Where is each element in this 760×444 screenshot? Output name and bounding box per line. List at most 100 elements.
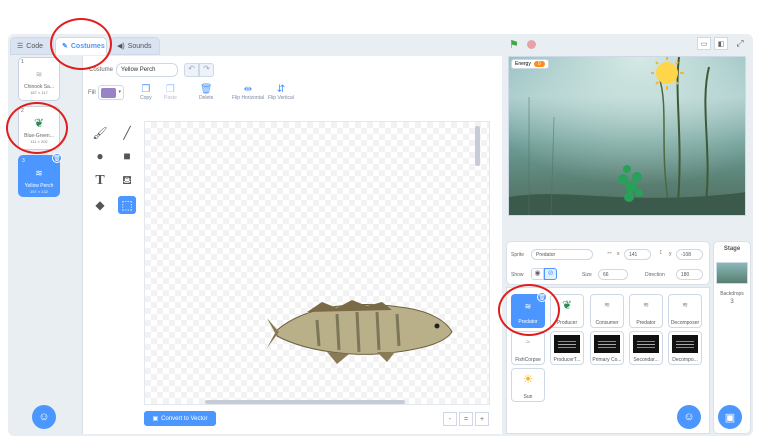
circle-icon[interactable]: ●	[91, 147, 109, 165]
fill-color-swatch	[101, 88, 116, 98]
fill-color-picker[interactable]: ▾	[98, 85, 124, 100]
costume-label: Costume	[89, 67, 114, 73]
rect-icon[interactable]: ■	[118, 147, 136, 165]
sprite-tile-selected[interactable]: 🗑 ≋ Predator	[511, 292, 547, 328]
redo-button[interactable]: ↷	[199, 63, 214, 77]
sprite-tile[interactable]: ProducerT...	[550, 331, 584, 365]
fill-label: Fill	[88, 90, 96, 96]
cat-icon: ☺	[38, 411, 50, 423]
text-card-thumbnail	[554, 335, 580, 353]
size-input[interactable]: 66	[598, 269, 628, 280]
direction-input[interactable]: 180	[676, 269, 703, 280]
undo-button[interactable]: ↶	[184, 63, 199, 77]
sprite-tile[interactable]: Decompo...	[668, 331, 702, 365]
line-icon[interactable]: ╱	[118, 124, 136, 142]
tab-sounds[interactable]: ◀) Sounds	[110, 37, 160, 55]
zoom-in-button[interactable]: +	[475, 412, 489, 426]
costume-name-input[interactable]: Yellow Perch	[116, 63, 178, 77]
fullscreen-icon[interactable]: ⤢	[733, 37, 747, 50]
text-card-thumbnail	[672, 335, 698, 353]
sprite-tile[interactable]: ≈ FishCorpse	[511, 331, 545, 365]
choose-backdrop-button[interactable]: ▣	[718, 405, 742, 429]
trash-icon[interactable]: 🗑	[537, 292, 547, 302]
x-label: x	[617, 251, 620, 257]
sprite-tile[interactable]: ≋ Predator	[629, 294, 663, 328]
green-flag-icon[interactable]: ⚑	[509, 38, 519, 51]
stage-view[interactable]: Energy 0	[508, 56, 746, 216]
algae-thumbnail-icon: ❦	[33, 116, 45, 130]
fish-thumbnail-icon: ≋	[604, 302, 610, 309]
x-input[interactable]: 141	[624, 249, 651, 260]
large-stage-icon[interactable]: ◧	[714, 37, 728, 50]
backdrops-label: Backdrops	[720, 291, 744, 297]
fish-thumbnail-icon: ≋	[643, 302, 649, 309]
costume-item[interactable]: 1 ≋ Chinook Sa... 187 × 117	[18, 57, 60, 101]
convert-to-vector-button[interactable]: ▣ Convert to Vector	[144, 411, 216, 426]
stage-title: Stage	[723, 246, 741, 252]
costume-item-selected[interactable]: 3 🗑 ≋ Yellow Perch 157 × 132	[18, 153, 62, 197]
fill-icon[interactable]: ⛾	[118, 172, 136, 190]
backdrop-icon: ▣	[724, 411, 736, 424]
paint-canvas[interactable]	[144, 121, 490, 405]
sprite-tile[interactable]: ≋ Decomposer	[668, 294, 702, 328]
backdrop-thumbnail[interactable]	[716, 262, 748, 284]
flip-vertical-icon: ⇵	[276, 84, 286, 95]
sprite-tile[interactable]: Primary Co...	[590, 331, 624, 365]
copy-button[interactable]: ❐ Copy	[140, 84, 152, 101]
energy-value: 0	[533, 61, 545, 67]
brush-icon: ✎	[62, 43, 68, 50]
show-visible-button[interactable]: ◉	[531, 268, 544, 280]
stop-icon[interactable]	[527, 40, 536, 49]
backdrops-count: 3	[730, 299, 734, 305]
tab-code[interactable]: ☰ Code	[10, 37, 54, 55]
perch-thumbnail-icon: ≋	[35, 167, 43, 178]
fish-corpse-thumbnail-icon: ≈	[526, 338, 530, 346]
show-label: Show	[511, 272, 524, 278]
x-arrows-icon: ↔	[606, 249, 613, 256]
sun-icon: ☀	[522, 372, 534, 386]
sprite-tile[interactable]: ☀ Sun	[511, 368, 545, 402]
sprite-name-input[interactable]: Predator	[531, 249, 593, 260]
sprite-tile[interactable]: Secondar...	[629, 331, 663, 365]
y-input[interactable]: -108	[676, 249, 703, 260]
brush-icon[interactable]: 🖌	[91, 124, 109, 142]
sprite-label: Sprite	[511, 252, 525, 258]
copy-icon: ❐	[141, 84, 151, 95]
sprite-tile[interactable]: ≋ Consumer	[590, 294, 624, 328]
y-label: y	[669, 251, 672, 257]
delete-button[interactable]: 🗑 Delete	[199, 84, 213, 101]
select-icon[interactable]: ⬚	[118, 196, 136, 214]
choose-sprite-button[interactable]: ☺	[677, 405, 701, 429]
sprite-tile[interactable]: ❦ Producer	[550, 294, 584, 328]
fish-thumbnail-icon: ≋	[682, 302, 688, 309]
trash-icon[interactable]: 🗑	[52, 153, 62, 163]
show-hidden-button[interactable]: ⊘	[544, 268, 557, 280]
flip-horizontal-icon: ⇹	[243, 84, 253, 95]
cat-icon: ☺	[683, 411, 695, 423]
text-card-thumbnail	[633, 335, 659, 353]
eraser-icon[interactable]: ◆	[91, 196, 109, 214]
small-stage-icon[interactable]: ▭	[697, 37, 711, 50]
perch-image	[205, 126, 480, 404]
tab-costumes[interactable]: ✎ Costumes	[55, 37, 107, 55]
zoom-out-button[interactable]: -	[443, 412, 457, 426]
scratch-editor: ☰ Code ✎ Costumes ◀) Sounds ⚑ ▭ ◧ ⤢ 1 ≋ Chi…	[0, 0, 760, 444]
y-arrows-icon: ↕	[659, 249, 663, 256]
speaker-icon: ◀)	[117, 43, 125, 50]
energy-monitor: Energy 0	[511, 59, 549, 69]
size-label: Size	[582, 272, 592, 278]
choose-costume-button[interactable]: ☺	[32, 405, 56, 429]
code-icon: ☰	[17, 43, 24, 50]
image-icon: ▣	[152, 416, 159, 422]
salmon-thumbnail-icon: ≋	[35, 69, 43, 79]
text-icon[interactable]: T	[91, 172, 109, 190]
paste-button[interactable]: ❐ Paste	[164, 84, 177, 101]
flip-vertical-button[interactable]: ⇵ Flip Vertical	[268, 84, 294, 101]
eye-icon: ◉	[534, 270, 541, 277]
costume-item[interactable]: 2 ❦ Blue-Green... 111 × 202	[18, 106, 60, 150]
zoom-reset-button[interactable]: =	[459, 412, 473, 426]
text-card-thumbnail	[594, 335, 620, 353]
direction-label: Direction	[645, 272, 665, 278]
flip-horizontal-button[interactable]: ⇹ Flip Horizontal	[232, 84, 264, 101]
paste-icon: ❐	[165, 84, 175, 95]
